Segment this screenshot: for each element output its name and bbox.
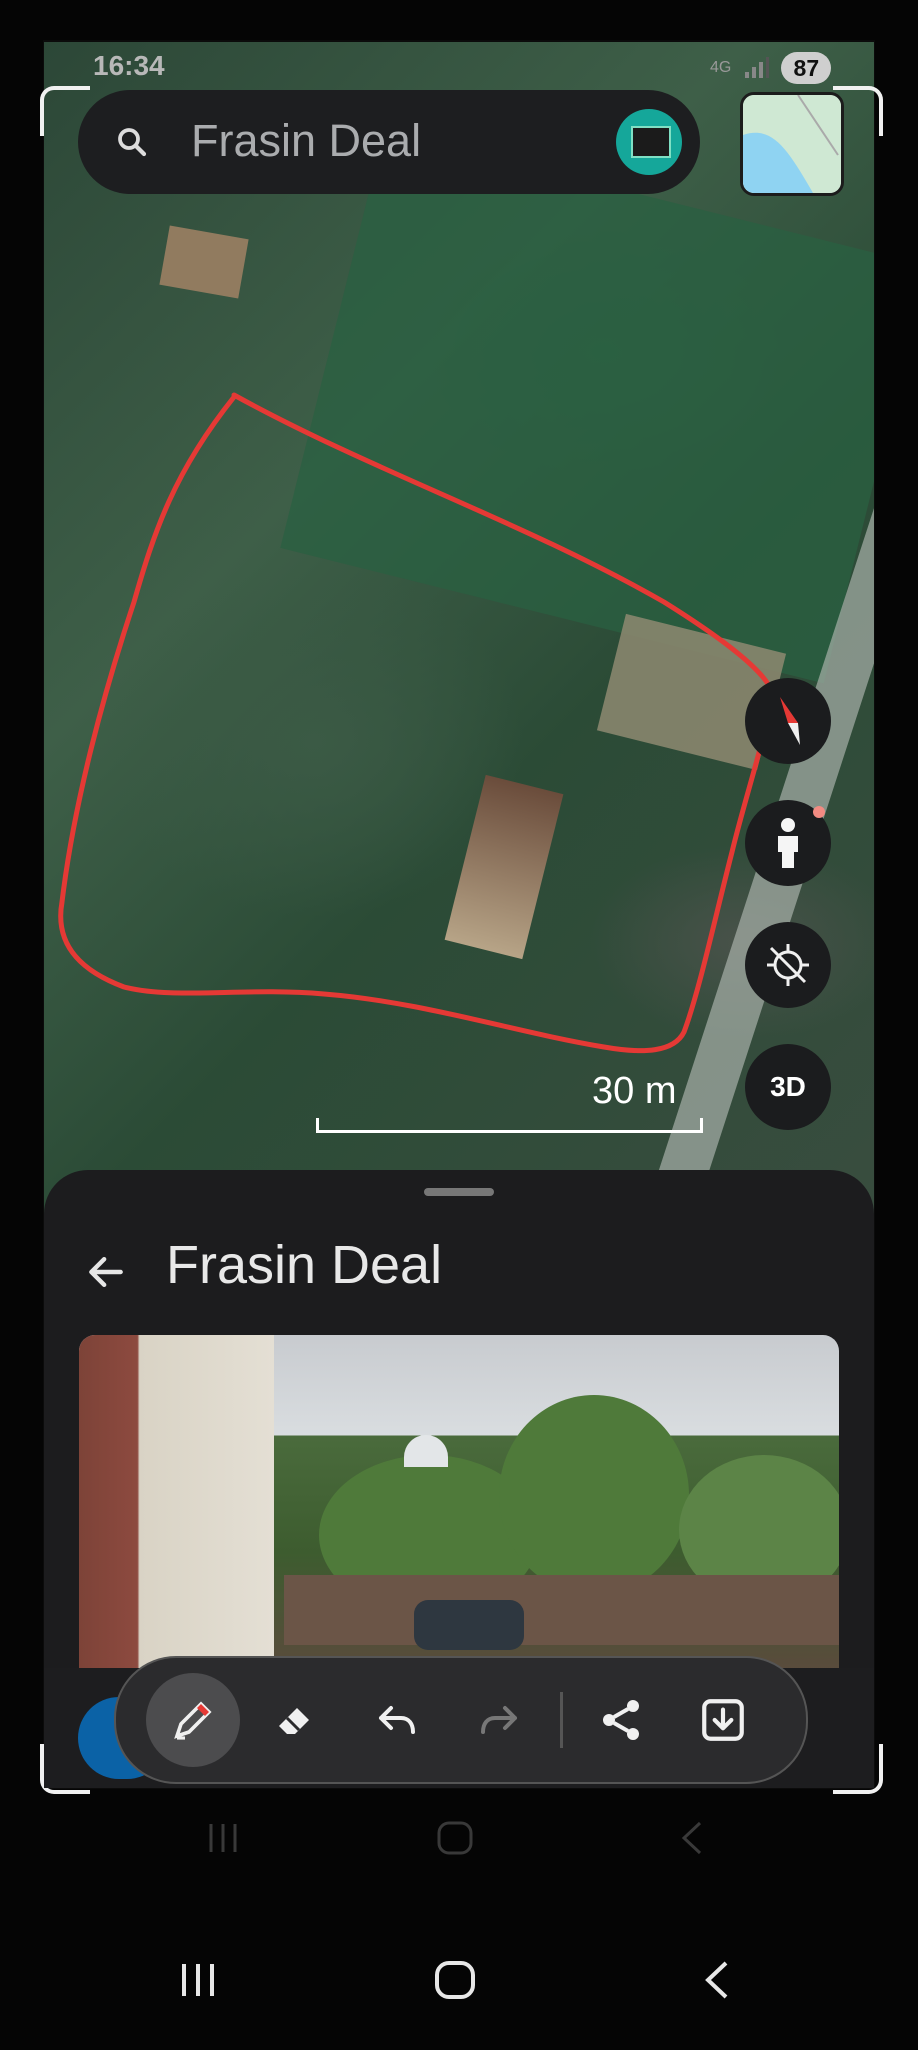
redo-icon [481,1706,517,1734]
pen-tool-button[interactable] [146,1673,240,1767]
inner-navigation-bar [0,1790,918,1910]
system-navigation-bar [0,1930,918,2050]
place-sheet[interactable]: Frasin Deal [44,1170,874,1670]
satellite-map[interactable] [44,42,874,1222]
network-type: 4G [710,59,732,76]
eraser-icon [279,1708,309,1734]
search-query[interactable]: Frasin Deal [191,115,421,167]
scale-label: 30 m [592,1070,677,1112]
share-button[interactable] [574,1673,668,1767]
pegman-icon [778,818,798,868]
search-icon [118,128,147,157]
home-icon [437,1821,473,1855]
crop-corner-top-left[interactable] [40,86,90,136]
location-off-icon [767,944,809,986]
avatar-image [631,126,671,158]
redo-button[interactable] [452,1673,546,1767]
home-button-icon[interactable] [434,1960,476,2000]
place-photo[interactable] [79,1335,839,1670]
toolbar-divider [560,1692,563,1748]
status-time: 16:34 [93,50,165,81]
share-icon [603,1700,639,1740]
back-arrow-icon[interactable] [84,1250,128,1294]
pen-icon [174,1701,212,1740]
screenshot-edit-toolbar [114,1656,808,1784]
tree [499,1395,689,1595]
location-button[interactable] [745,922,831,1008]
layers-map-thumbnail[interactable] [740,92,844,196]
minimap-icon [743,95,841,193]
parked-car [414,1600,524,1650]
recents-button-icon[interactable] [178,1960,218,2000]
three-d-button[interactable]: 3D [745,1044,831,1130]
house-wall [79,1335,274,1670]
eraser-tool-button[interactable] [248,1673,342,1767]
fence [284,1575,839,1645]
place-title: Frasin Deal [166,1235,443,1295]
back-icon [681,1821,702,1855]
back-button-icon[interactable] [700,1960,732,2000]
undo-icon [379,1706,415,1734]
scale-bar [316,1118,703,1133]
notification-dot [813,806,825,818]
status-indicators: 4G 87 [710,52,832,84]
street-view-button[interactable] [745,800,831,886]
signal-icon [745,57,770,78]
battery-level: 87 [781,52,832,84]
compass-button[interactable] [745,678,831,764]
recents-icon [209,1824,237,1852]
undo-button[interactable] [350,1673,444,1767]
sheet-drag-handle[interactable] [424,1188,494,1196]
drawn-boundary-outline [58,392,775,1054]
search-bar[interactable]: Frasin Deal [78,90,700,194]
account-avatar[interactable] [616,109,682,175]
download-button[interactable] [676,1673,770,1767]
compass-icon [780,697,800,745]
crop-corner-top-right[interactable] [833,86,883,136]
church-dome [404,1435,448,1467]
download-icon [702,1699,744,1741]
